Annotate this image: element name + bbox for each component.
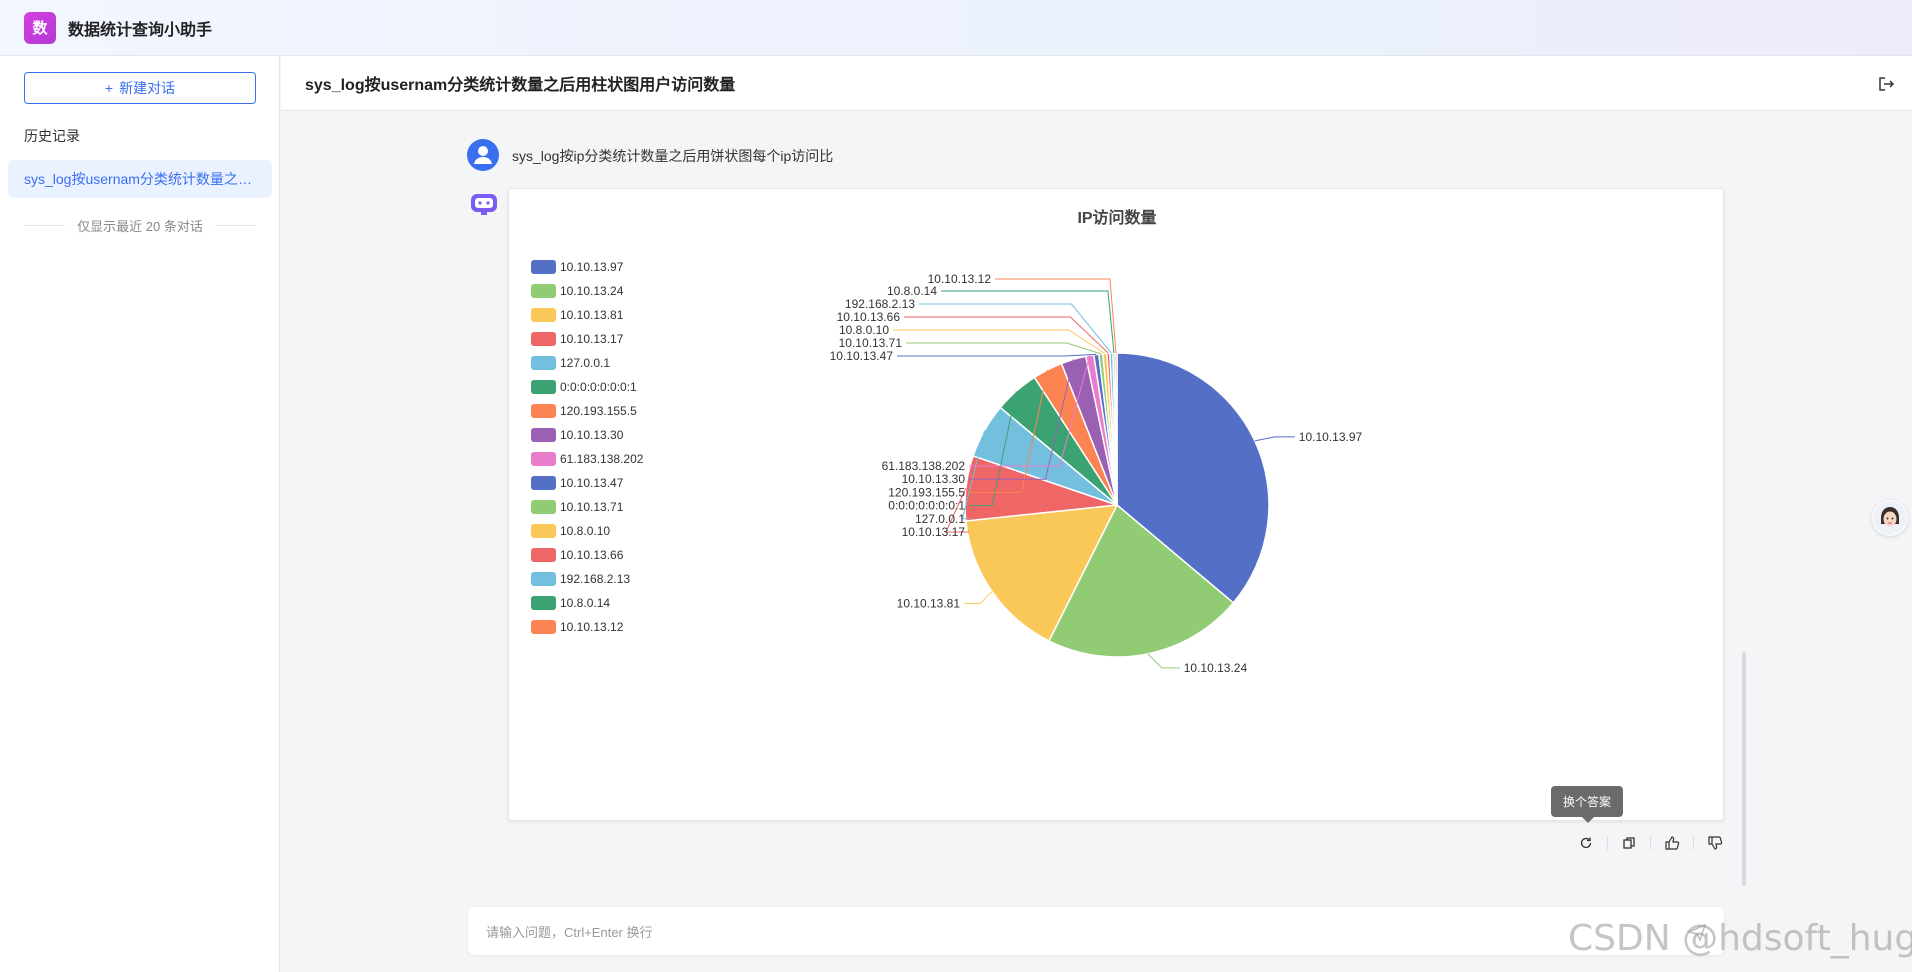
history-item[interactable]: sys_log按usernam分类统计数量之后用柱状图用户访问数量 [8,160,272,198]
slice-label: 10.10.13.66 [837,310,901,324]
thumbs-up-icon[interactable] [1661,832,1683,854]
slice-label: 10.10.13.24 [1184,661,1248,675]
slice-label: 10.10.13.17 [902,525,966,539]
conversation-title: sys_log按usernam分类统计数量之后用柱状图用户访问数量 [305,77,736,94]
history-note: 仅显示最近 20 条对话 [24,216,256,235]
legend-swatch[interactable] [531,620,556,634]
legend-swatch[interactable] [531,476,556,490]
history-title: 历史记录 [24,128,80,144]
divider [214,225,256,226]
slice-label: 10.8.0.10 [839,323,889,337]
user-message: sys_log按ip分类统计数量之后用饼状图每个ip访问比 [512,148,834,164]
legend-swatch[interactable] [531,284,556,298]
legend-label[interactable]: 120.193.155.5 [560,404,637,418]
robot-icon [471,194,497,215]
slice-label: 192.168.2.13 [845,297,915,311]
tooltip: 换个答案 [1551,786,1623,823]
legend-label[interactable]: 10.10.13.71 [560,500,624,514]
slice-label: 10.10.13.81 [897,597,961,611]
slice-label: 10.8.0.14 [887,284,937,298]
legend-swatch[interactable] [531,356,556,370]
slice-label: 120.193.155.5 [888,485,965,499]
legend-label[interactable]: 10.10.13.24 [560,284,624,298]
legend-label[interactable]: 10.10.13.97 [560,260,624,274]
slice-label: 10.10.13.47 [830,349,894,363]
question-input[interactable]: 请输入问题，Ctrl+Enter 换行 [468,907,1724,955]
app-logo: 数 [24,11,56,44]
legend-label[interactable]: 10.8.0.10 [560,524,610,538]
slice-label: 61.183.138.202 [882,459,966,473]
divider [24,225,66,226]
copy-icon[interactable] [1618,832,1640,854]
main-header: sys_log按usernam分类统计数量之后用柱状图用户访问数量 [281,56,1912,111]
slice-label: 10.10.13.97 [1299,430,1363,444]
legend-swatch[interactable] [531,380,556,394]
chart-card: IP访问数量 10.10.13.97 10.10.13.24 10.10.13.81… [508,188,1724,821]
legend-swatch[interactable] [531,500,556,514]
input-placeholder: 请输入问题，Ctrl+Enter 换行 [486,924,653,940]
legend-swatch[interactable] [531,332,556,346]
legend-swatch[interactable] [531,548,556,562]
new-chat-button[interactable]: + 新建对话 [24,72,256,104]
chart-slices [964,352,1270,658]
watermark: CSDN @hdsoft_huge [1568,918,1912,959]
legend-swatch[interactable] [531,524,556,538]
label-line [1254,436,1295,442]
plus-icon: + [104,80,114,96]
legend-swatch[interactable] [531,596,556,610]
answer-actions [1575,832,1726,854]
legend-label[interactable]: 10.10.13.47 [560,476,624,490]
new-chat-label: 新建对话 [119,80,176,96]
legend-label[interactable]: 192.168.2.13 [560,572,630,586]
pie-chart: IP访问数量 10.10.13.97 10.10.13.24 10.10.13.81… [531,208,1363,675]
label-line [897,353,1097,357]
label-line [964,591,993,605]
assistant-avatar[interactable] [1872,500,1908,536]
scrollbar[interactable] [1742,652,1746,886]
sidebar: + 新建对话 历史记录 sys_log按usernam分类统计数量之后用柱状图用… [0,56,280,972]
chart-title: IP访问数量 [1077,208,1156,227]
slice-label: 10.10.13.12 [928,272,992,286]
top-bar: 数 数据统计查询小助手 [0,0,1912,56]
legend-swatch[interactable] [531,572,556,586]
legend-label[interactable]: 10.8.0.14 [560,596,610,610]
legend-label[interactable]: 61.183.138.202 [560,452,644,466]
slice-label: 10.10.13.30 [902,472,966,486]
user-avatar [467,139,499,171]
legend-label[interactable]: 127.0.0.1 [560,356,610,370]
legend-label[interactable]: 10.10.13.12 [560,620,624,634]
label-line [995,278,1117,354]
avatar-icon [1873,501,1907,535]
thumbs-down-icon[interactable] [1704,832,1726,854]
legend-label[interactable]: 0:0:0:0:0:0:0:1 [560,380,637,394]
legend-label[interactable]: 10.10.13.66 [560,548,624,562]
legend-label[interactable]: 10.10.13.30 [560,428,624,442]
legend-label[interactable]: 10.10.13.81 [560,308,624,322]
label-line [893,329,1106,354]
regenerate-icon[interactable] [1575,832,1597,854]
legend-swatch[interactable] [531,260,556,274]
label-line [906,342,1101,355]
slice-label: 127.0.0.1 [915,512,965,526]
slice-label: 10.10.13.71 [839,336,903,350]
chart-legend: 10.10.13.97 10.10.13.24 10.10.13.81 10.10.1… [531,260,644,634]
app-title: 数据统计查询小助手 [68,21,213,39]
user-icon [474,146,492,164]
slice-label: 0:0:0:0:0:0:0:1 [888,499,965,513]
legend-label[interactable]: 10.10.13.17 [560,332,624,346]
label-line [941,290,1115,354]
legend-swatch[interactable] [531,452,556,466]
legend-swatch[interactable] [531,428,556,442]
legend-swatch[interactable] [531,404,556,418]
label-line [904,316,1109,354]
legend-swatch[interactable] [531,308,556,322]
logout-icon[interactable] [1876,74,1896,94]
label-line [1147,653,1180,669]
